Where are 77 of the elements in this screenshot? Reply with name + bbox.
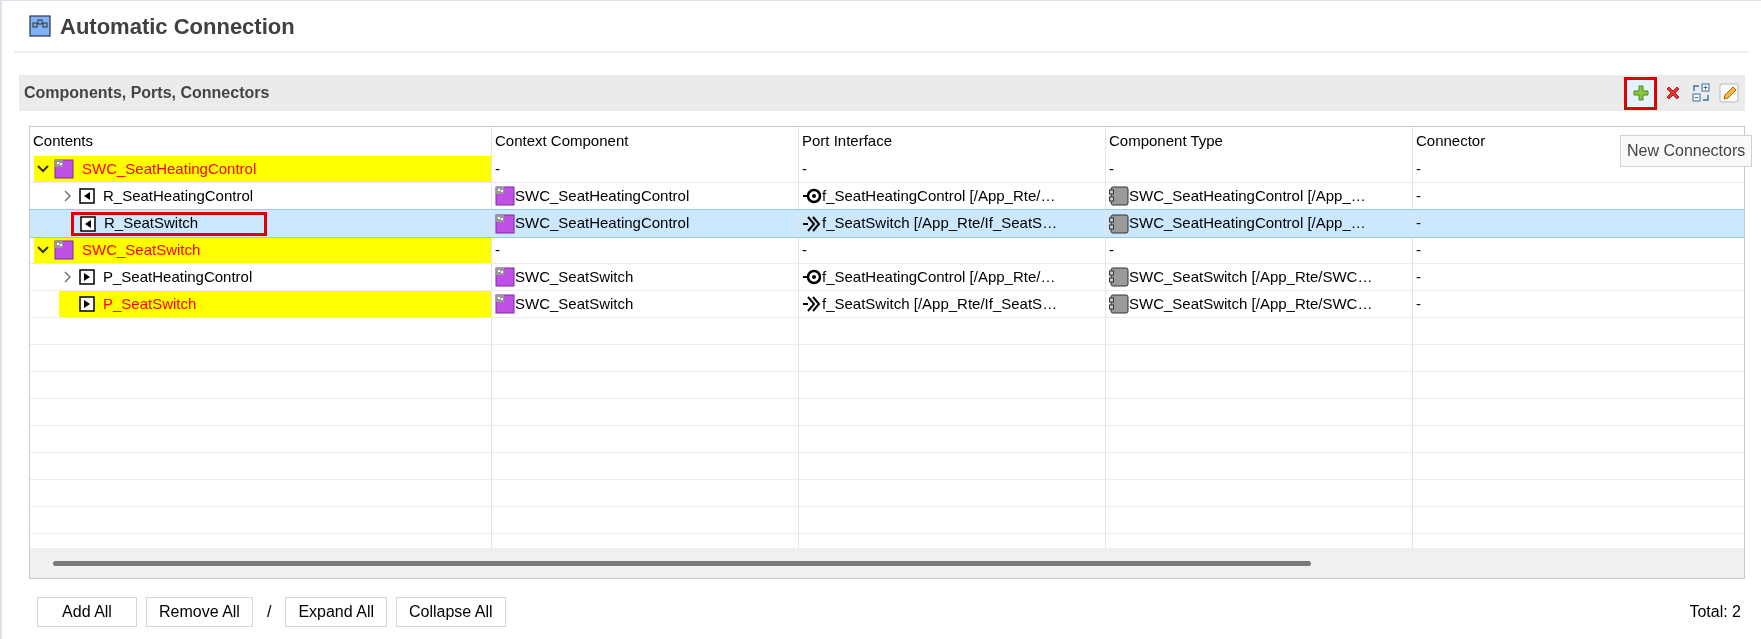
table-cell-text: - bbox=[1109, 239, 1114, 260]
provided-port-icon bbox=[79, 296, 95, 312]
chevron-right-icon[interactable] bbox=[64, 190, 72, 202]
table-cell-text: - bbox=[1109, 158, 1114, 179]
column-header[interactable]: Connector bbox=[1416, 130, 1486, 153]
interface-icon bbox=[802, 187, 822, 205]
edit-icon bbox=[1717, 82, 1740, 104]
interface-icon bbox=[802, 268, 822, 286]
chevron-down-icon[interactable] bbox=[37, 165, 49, 173]
table-row[interactable]: P_SeatSwitch SWC_SeatSwitch f_SeatSwitch [/App_Rte/If_SeatS… SWC_SeatSwitch [/App_Rte/SWC… - bbox=[30, 291, 1744, 318]
table-cell-text: - bbox=[1416, 293, 1421, 314]
table-cell-text: - bbox=[1416, 185, 1421, 206]
tree-label: P_SeatHeatingControl bbox=[103, 266, 253, 287]
component-icon bbox=[54, 240, 74, 260]
table-cell-text: f_SeatSwitch [/App_Rte/If_SeatS… bbox=[822, 213, 1058, 234]
table-cell-text: - bbox=[495, 158, 500, 179]
component-icon bbox=[54, 159, 74, 179]
tooltip: New Connectors bbox=[1620, 135, 1753, 167]
required-port-icon bbox=[79, 188, 95, 204]
table-cell-text: - bbox=[1416, 213, 1421, 234]
table-cell-text: SWC_SeatHeatingControl [/App_… bbox=[1129, 213, 1366, 234]
table-cell-text: SWC_SeatHeatingControl bbox=[515, 185, 690, 206]
action-button[interactable]: Collapse All bbox=[396, 597, 506, 627]
column-header[interactable]: Context Component bbox=[495, 130, 629, 153]
tree-label: SWC_SeatSwitch bbox=[82, 239, 201, 260]
component-type-icon bbox=[1109, 213, 1129, 234]
tree-label: R_SeatHeatingControl bbox=[103, 185, 254, 206]
edit-button[interactable] bbox=[1716, 80, 1741, 106]
table-cell-text: - bbox=[1416, 239, 1421, 260]
table-cell-text: - bbox=[802, 158, 807, 179]
column-header[interactable]: Contents bbox=[33, 130, 94, 153]
table-cell-text: SWC_SeatSwitch [/App_Rte/SWC… bbox=[1129, 293, 1373, 314]
component-icon bbox=[495, 294, 515, 314]
chevron-right-icon[interactable] bbox=[64, 271, 72, 283]
add-button[interactable] bbox=[1624, 76, 1657, 110]
table-cell-text: - bbox=[802, 239, 807, 260]
section-title: Components, Ports, Connectors bbox=[24, 83, 270, 103]
action-button[interactable]: Remove All bbox=[146, 597, 253, 627]
total-count: Total: 2 bbox=[1689, 602, 1741, 622]
interface-icon bbox=[802, 295, 822, 313]
interface-icon bbox=[802, 214, 822, 233]
required-port-icon bbox=[80, 215, 96, 232]
component-icon bbox=[495, 267, 515, 287]
table-cell-text: SWC_SeatSwitch bbox=[515, 293, 634, 314]
component-type-icon bbox=[1109, 267, 1129, 287]
scrollbar-thumb[interactable] bbox=[53, 560, 1311, 566]
table-row[interactable]: SWC_SeatSwitch - - - - bbox=[30, 237, 1744, 264]
table-cell-text: SWC_SeatHeatingControl bbox=[515, 213, 690, 234]
tree-label: SWC_SeatHeatingControl bbox=[82, 158, 257, 179]
table-cell-text: SWC_SeatHeatingControl [/App_… bbox=[1129, 185, 1366, 206]
table-cell-text: f_SeatHeatingControl [/App_Rte/… bbox=[822, 185, 1056, 206]
component-icon bbox=[495, 213, 515, 234]
table-cell-text: SWC_SeatSwitch bbox=[515, 266, 634, 287]
tree-label: R_SeatSwitch bbox=[104, 213, 199, 234]
action-button[interactable]: Expand All bbox=[285, 597, 387, 627]
component-type-icon bbox=[1109, 186, 1129, 206]
add-icon bbox=[1631, 84, 1650, 102]
table-cell-text: f_SeatHeatingControl [/App_Rte/… bbox=[822, 266, 1056, 287]
tree-label: P_SeatSwitch bbox=[103, 293, 197, 314]
component-type-icon bbox=[1109, 294, 1129, 314]
component-icon bbox=[495, 186, 515, 206]
table-cell-text: - bbox=[495, 239, 500, 260]
separator-text: / bbox=[265, 602, 273, 622]
table-cell-text: SWC_SeatSwitch [/App_Rte/SWC… bbox=[1129, 266, 1373, 287]
component-icon bbox=[28, 14, 52, 38]
table-row[interactable]: R_SeatSwitch SWC_SeatHeatingControl f_SeatSwitch [/App_Rte/If_SeatS… SWC_SeatHeatingControl [/App_… - bbox=[30, 210, 1744, 237]
table-cell-text: - bbox=[1416, 266, 1421, 287]
column-header[interactable]: Component Type bbox=[1109, 130, 1223, 153]
window-title: Automatic Connection bbox=[60, 12, 295, 41]
table-row[interactable]: SWC_SeatHeatingControl - - - - bbox=[30, 156, 1744, 183]
action-button[interactable]: Add All bbox=[37, 597, 137, 627]
table-cell-text: f_SeatSwitch [/App_Rte/If_SeatS… bbox=[822, 293, 1058, 314]
column-header[interactable]: Port Interface bbox=[802, 130, 893, 153]
table-cell-text: - bbox=[1416, 158, 1421, 179]
provided-port-icon bbox=[79, 269, 95, 285]
chevron-down-icon[interactable] bbox=[37, 246, 49, 254]
expand-collapse-icon bbox=[1689, 82, 1712, 104]
